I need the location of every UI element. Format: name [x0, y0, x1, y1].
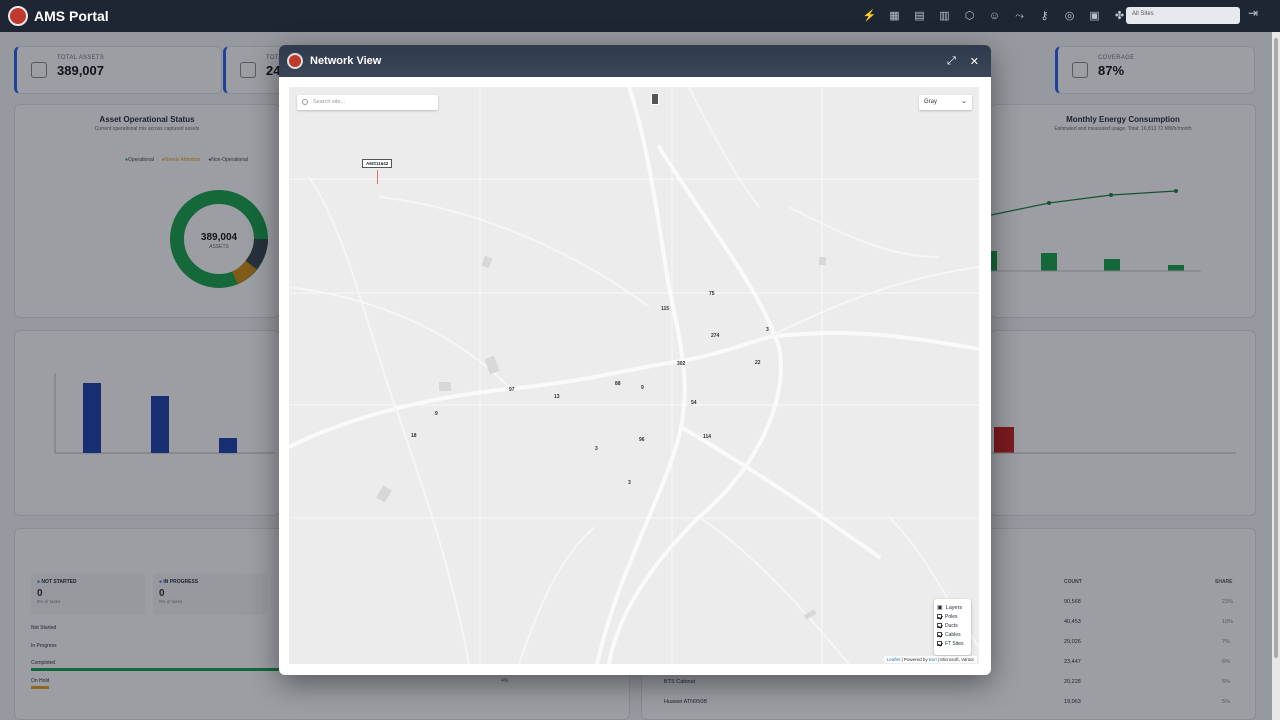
scrollbar-thumb[interactable] [1274, 38, 1278, 658]
layer-toggle-ducts[interactable]: Ducts [937, 621, 968, 630]
map-roads [289, 87, 979, 664]
map-cluster-label[interactable]: 115 [661, 306, 669, 312]
map-cluster-label[interactable]: 54 [691, 400, 697, 406]
map-cluster-label[interactable]: 88 [615, 381, 621, 387]
calendar-icon[interactable]: ▣ [1086, 6, 1103, 26]
network-view-modal: Network View ⤢ ✕ Search site... Gray ⌄ A… [279, 45, 991, 675]
map-cluster-label[interactable]: 97 [509, 387, 515, 393]
layers-icon: ▣ [937, 605, 943, 611]
app-title: AMS Portal [34, 8, 109, 24]
checkbox[interactable] [937, 632, 942, 637]
modal-header: Network View ⤢ ✕ [279, 45, 991, 77]
modal-logo-icon [287, 53, 303, 69]
layer-toggle-ft-sites[interactable]: FT Sites [937, 639, 968, 648]
leaflet-link[interactable]: Leaflet [887, 657, 901, 662]
expand-icon[interactable]: ⤢ [947, 55, 956, 68]
layers-control[interactable]: ▣ Layers Poles Ducts Cables FT Sites [934, 599, 971, 655]
app-logo-icon [8, 6, 28, 26]
modal-title: Network View [310, 55, 382, 67]
close-icon[interactable]: ✕ [970, 55, 979, 68]
map-icon[interactable]: ▥ [936, 6, 953, 26]
checkbox[interactable] [937, 641, 942, 646]
site-marker-icon[interactable] [651, 93, 659, 105]
page-scrollbar[interactable] [1272, 32, 1280, 720]
chevron-down-icon: ⌄ [961, 98, 967, 105]
grid-icon[interactable]: ▦ [886, 6, 903, 26]
users-icon[interactable]: ☺ [986, 6, 1003, 26]
globe-icon[interactable]: ◎ [1061, 6, 1078, 26]
map-cluster-label[interactable]: 75 [709, 291, 715, 297]
map-cluster-label[interactable]: 3 [595, 446, 598, 452]
map-cluster-label[interactable]: 3 [628, 480, 631, 486]
lightning-icon[interactable]: ⚡ [861, 6, 878, 26]
layer-toggle-cables[interactable]: Cables [937, 630, 968, 639]
clipboard-icon[interactable]: ▤ [911, 6, 928, 26]
basemap-select[interactable]: Gray ⌄ [919, 95, 972, 110]
map-cluster-label[interactable]: 114 [703, 434, 711, 440]
key-icon[interactable]: ⚷ [1036, 6, 1053, 26]
map-cluster-label[interactable]: 302 [677, 361, 685, 367]
checkbox[interactable] [937, 623, 942, 628]
logout-icon[interactable]: ⇥ [1248, 6, 1258, 20]
marker-pin-icon[interactable] [377, 170, 378, 184]
map-canvas[interactable]: Search site... Gray ⌄ AMS11642 75 115 274 3 3… [289, 87, 979, 664]
map-cluster-label[interactable]: 22 [755, 360, 761, 366]
marker-label[interactable]: AMS11642 [362, 159, 393, 168]
site-search-input[interactable]: Search site... [297, 95, 438, 110]
map-attribution: Leaflet | Powered by Esri | Microsoft, V… [883, 656, 977, 663]
top-navbar: AMS Portal ⚡ ▦ ▤ ▥ ⬡ ☺ ⤳ ⚷ ◎ ▣ ✤ All Sit… [0, 0, 1280, 32]
map-cluster-label[interactable]: 96 [639, 437, 645, 443]
map-cluster-label[interactable]: 9 [435, 411, 438, 417]
cube-icon[interactable]: ⬡ [961, 6, 978, 26]
search-icon [302, 99, 308, 105]
map-cluster-label[interactable]: 274 [711, 333, 719, 339]
site-select[interactable]: All Sites [1126, 7, 1240, 24]
route-icon[interactable]: ⤳ [1011, 6, 1028, 26]
map-cluster-label[interactable]: 3 [766, 327, 769, 333]
layer-toggle-poles[interactable]: Poles [937, 612, 968, 621]
nav-icons: ⚡ ▦ ▤ ▥ ⬡ ☺ ⤳ ⚷ ◎ ▣ ✤ [861, 6, 1128, 26]
checkbox[interactable] [937, 614, 942, 619]
map-cluster-label[interactable]: 13 [554, 394, 560, 400]
esri-link[interactable]: Esri [929, 657, 937, 662]
map-cluster-label[interactable]: 18 [411, 433, 417, 439]
map-cluster-label[interactable]: 9 [641, 385, 644, 391]
